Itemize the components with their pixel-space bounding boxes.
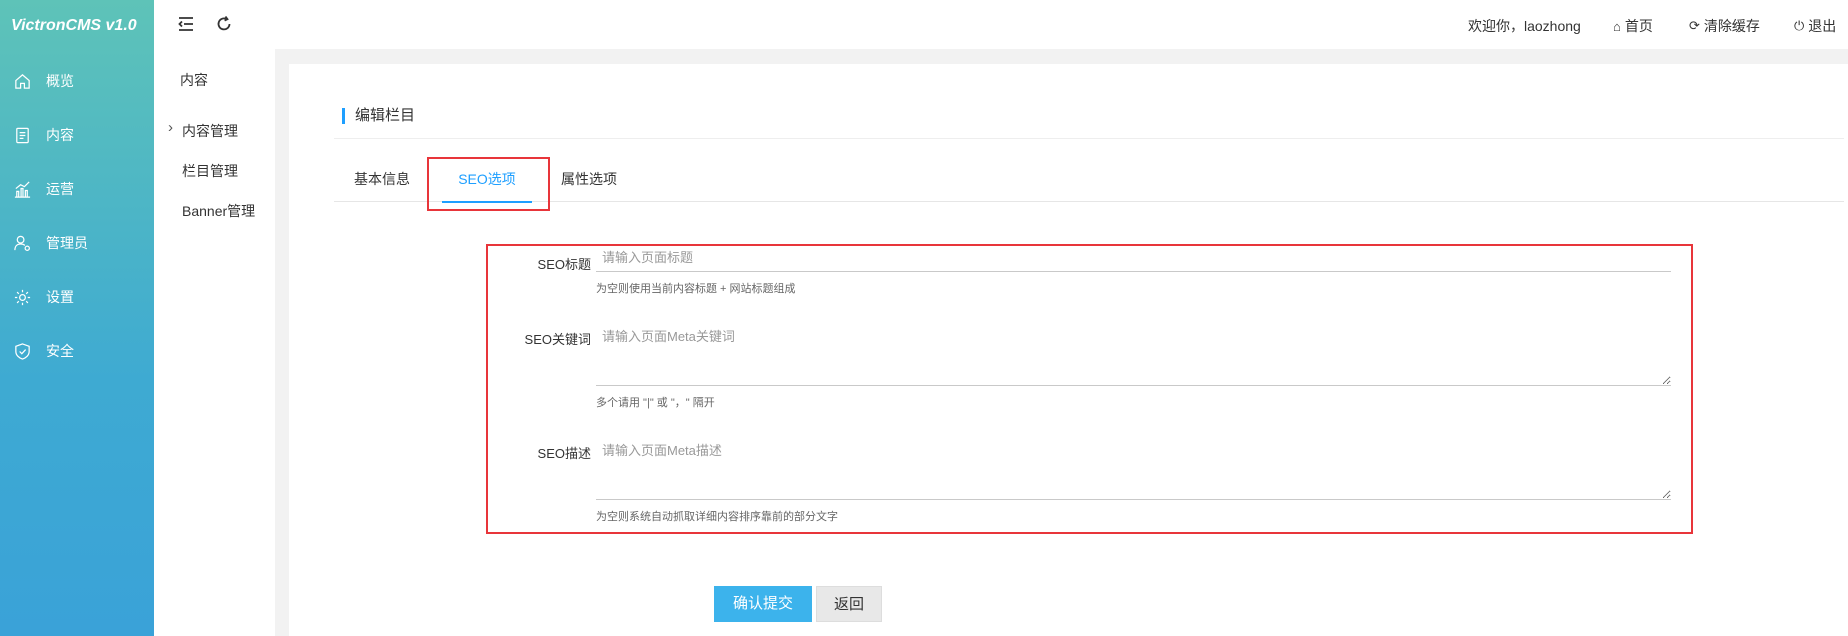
sidebar: VictronCMS v1.0 概览 内容 运营 管理员 设置 安全 <box>0 0 154 636</box>
submit-button[interactable]: 确认提交 <box>714 586 812 622</box>
refresh-small-icon: ⟳ <box>1689 18 1700 33</box>
chart-icon <box>12 179 32 199</box>
document-icon <box>12 125 32 145</box>
sidebar-item-label: 安全 <box>46 343 74 359</box>
house-icon: ⌂ <box>1613 18 1621 34</box>
sidebar-item-admins[interactable]: 管理员 <box>0 223 154 263</box>
sidebar-item-label: 设置 <box>46 289 74 305</box>
sub-navigation: 内容 内容管理 栏目管理 Banner管理 <box>154 0 275 636</box>
topbar: 欢迎你，laozhong ⌂ 首页 ⟳ 清除缓存 ⏻ 退出 <box>154 0 1848 49</box>
seo-keywords-label: SEO关键词 <box>524 332 591 347</box>
subnav-item-content-management[interactable]: 内容管理 <box>168 119 238 141</box>
clear-cache-link[interactable]: ⟳ 清除缓存 <box>1689 16 1760 36</box>
subnav-title: 内容 <box>180 72 208 88</box>
sidebar-item-label: 运营 <box>46 181 74 197</box>
sidebar-item-content[interactable]: 内容 <box>0 115 154 155</box>
sidebar-item-operations[interactable]: 运营 <box>0 169 154 209</box>
seo-title-label: SEO标题 <box>537 257 591 272</box>
shield-icon <box>12 341 32 361</box>
home-link-label: 首页 <box>1624 18 1653 34</box>
back-button[interactable]: 返回 <box>816 586 882 622</box>
divider <box>334 138 1844 139</box>
app-logo[interactable]: VictronCMS v1.0 <box>0 0 154 52</box>
seo-keywords-textarea[interactable] <box>596 318 1671 386</box>
tab-seo-options[interactable]: SEO选项 <box>442 156 532 203</box>
home-icon <box>12 71 32 91</box>
sidebar-item-label: 概览 <box>46 73 74 89</box>
tab-basic-info[interactable]: 基本信息 <box>347 156 417 202</box>
seo-title-input[interactable] <box>596 244 1671 272</box>
seo-title-help: 为空则使用当前内容标题 + 网站标题组成 <box>596 283 796 295</box>
seo-keywords-help: 多个请用 "|" 或 "，" 隔开 <box>596 397 715 409</box>
sidebar-item-label: 管理员 <box>46 235 88 251</box>
main-panel: 编辑栏目 基本信息 SEO选项 属性选项 SEO标题 为空则使用当前内容标题 +… <box>289 64 1848 636</box>
power-icon: ⏻ <box>1794 18 1805 33</box>
subnav-item-banner-management[interactable]: Banner管理 <box>182 201 255 221</box>
subnav-item-category-management[interactable]: 栏目管理 <box>182 161 238 181</box>
home-link[interactable]: ⌂ 首页 <box>1613 16 1653 36</box>
sidebar-item-overview[interactable]: 概览 <box>0 61 154 101</box>
seo-description-help: 为空则系统自动抓取详细内容排序靠前的部分文字 <box>596 511 838 523</box>
user-gear-icon <box>12 233 32 253</box>
gear-icon <box>12 287 32 307</box>
page-title: 编辑栏目 <box>342 108 415 124</box>
sidebar-item-label: 内容 <box>46 127 74 143</box>
clear-cache-label: 清除缓存 <box>1703 18 1760 34</box>
refresh-icon[interactable] <box>214 14 234 34</box>
logout-label: 退出 <box>1808 18 1837 34</box>
welcome-text: 欢迎你，laozhong <box>1468 18 1581 34</box>
tab-bar: 基本信息 SEO选项 属性选项 <box>334 156 1844 203</box>
menu-collapse-icon[interactable] <box>176 14 196 34</box>
sidebar-item-security[interactable]: 安全 <box>0 331 154 371</box>
seo-description-label: SEO描述 <box>537 446 591 461</box>
tab-attribute-options[interactable]: 属性选项 <box>554 156 624 202</box>
logout-link[interactable]: ⏻ 退出 <box>1794 16 1836 36</box>
sidebar-item-settings[interactable]: 设置 <box>0 277 154 317</box>
seo-description-textarea[interactable] <box>596 432 1671 500</box>
